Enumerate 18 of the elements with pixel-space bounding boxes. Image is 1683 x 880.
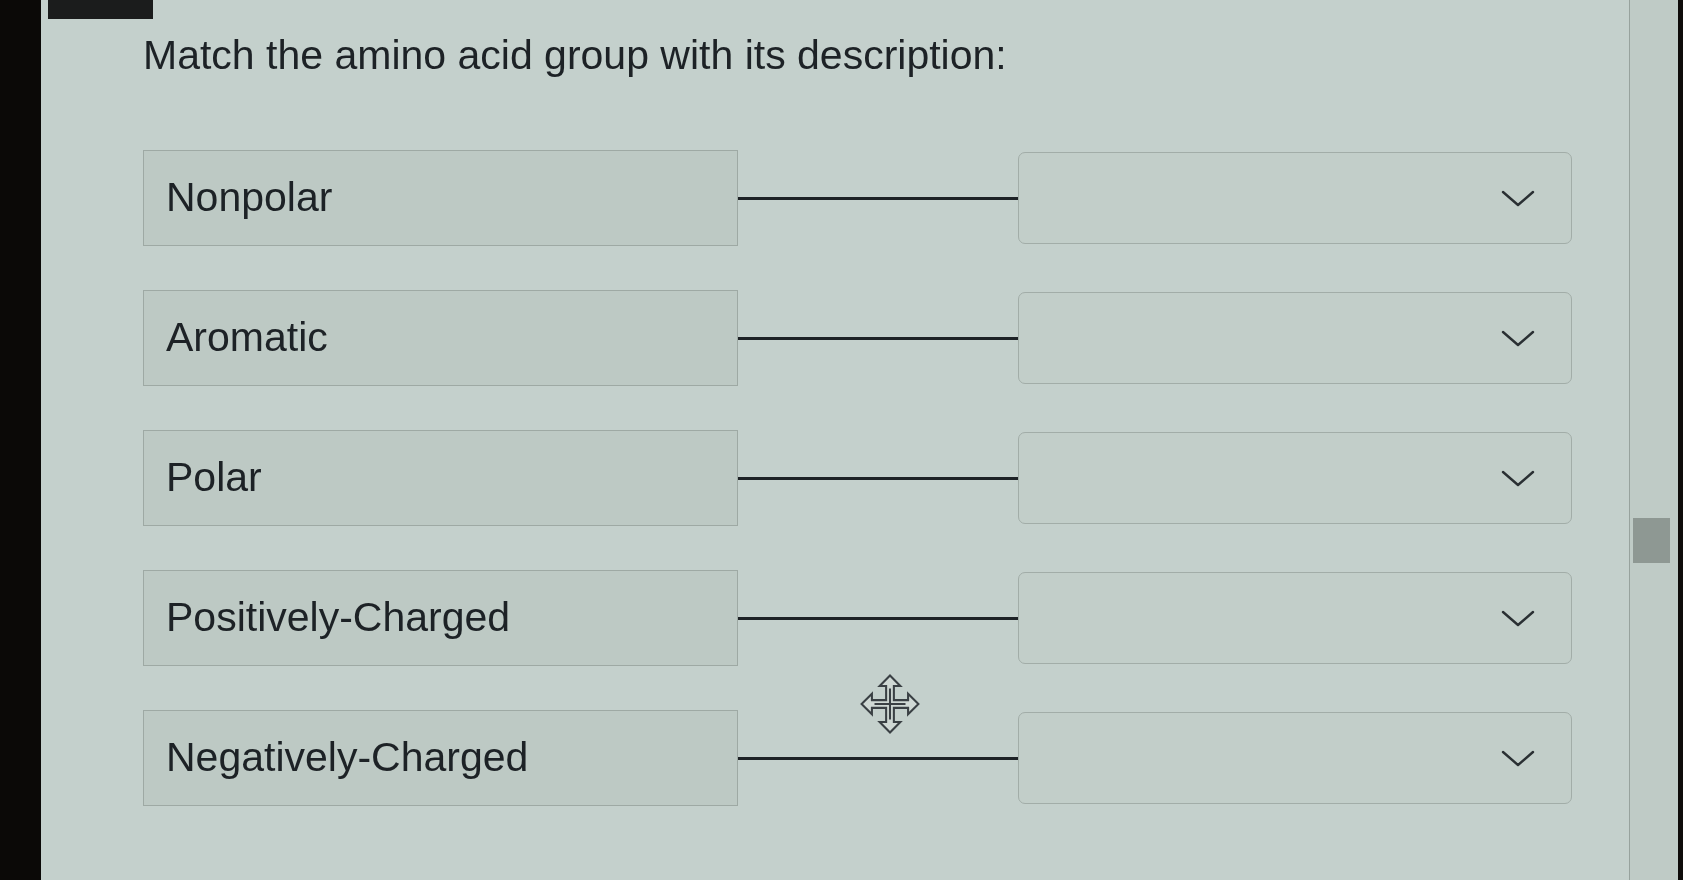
move-cursor-icon <box>859 673 921 735</box>
term-card: Positively-Charged <box>143 570 738 666</box>
dropdown-select[interactable] <box>1018 152 1572 244</box>
chevron-down-icon <box>1501 329 1535 347</box>
term-card: Nonpolar <box>143 150 738 246</box>
question-prompt: Match the amino acid group with its description: <box>143 31 1007 80</box>
chevron-down-icon <box>1501 609 1535 627</box>
dropdown-select[interactable] <box>1018 432 1572 524</box>
term-card: Negatively-Charged <box>143 710 738 806</box>
dropdown-select[interactable] <box>1018 292 1572 384</box>
term-card: Polar <box>143 430 738 526</box>
scrollbar-thumb[interactable] <box>1633 518 1670 563</box>
chevron-down-icon <box>1501 749 1535 767</box>
chevron-down-icon <box>1501 469 1535 487</box>
dropdown-select[interactable] <box>1018 712 1572 804</box>
chevron-down-icon <box>1501 189 1535 207</box>
term-card: Aromatic <box>143 290 738 386</box>
dropdown-select[interactable] <box>1018 572 1572 664</box>
